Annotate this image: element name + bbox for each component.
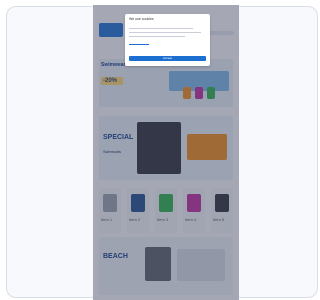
accept-cookies-button[interactable]: Accept: [129, 56, 206, 61]
mobile-page-preview: Swimwear -20% SPECIAL Swimsuits Item 1 I…: [93, 5, 239, 300]
modal-title: We use cookies: [129, 17, 154, 21]
modal-text-line: [129, 32, 201, 33]
modal-text-line: [129, 28, 193, 29]
modal-link[interactable]: [129, 44, 149, 45]
modal-text-line: [129, 36, 185, 37]
accept-cookies-label: Accept: [162, 56, 173, 60]
cookie-consent-modal: We use cookies Accept: [125, 14, 210, 66]
